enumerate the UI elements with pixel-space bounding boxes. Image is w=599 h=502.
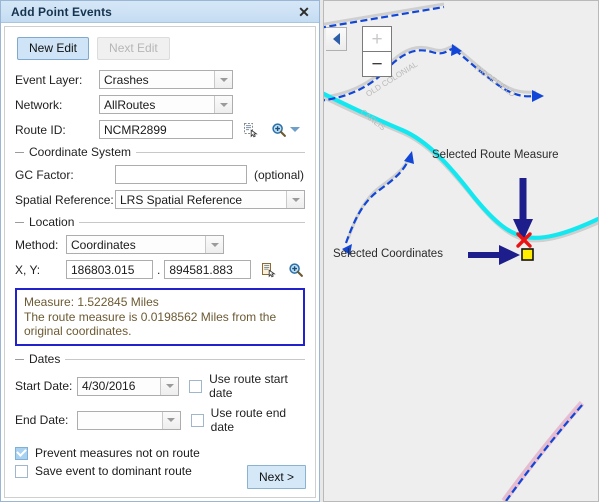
event-layer-value: Crashes xyxy=(100,71,214,88)
end-date-row: End Date: Use route end date xyxy=(15,406,305,434)
prevent-measures-checkbox[interactable] xyxy=(15,447,28,460)
page-title: Add Point Events xyxy=(11,5,295,19)
chevron-down-icon[interactable] xyxy=(214,96,232,113)
new-edit-button[interactable]: New Edit xyxy=(17,37,89,60)
chevron-down-icon[interactable] xyxy=(290,127,300,132)
start-date-row: Start Date: 4/30/2016 Use route start da… xyxy=(15,372,305,400)
route-id-row: Route ID: xyxy=(15,120,305,139)
measure-message-box: Measure: 1.522845 Miles The route measur… xyxy=(15,288,305,346)
coordinate-system-header: Coordinate System xyxy=(15,145,305,159)
start-date-value: 4/30/2016 xyxy=(78,378,160,395)
method-value: Coordinates xyxy=(67,236,205,253)
route-id-label: Route ID: xyxy=(15,123,99,137)
spatial-reference-label: Spatial Reference: xyxy=(15,193,115,207)
chevron-down-icon[interactable] xyxy=(162,412,180,429)
use-route-end-date-checkbox[interactable] xyxy=(191,414,204,427)
gc-factor-input[interactable] xyxy=(115,165,247,184)
select-features-icon[interactable] xyxy=(242,121,260,139)
chevron-down-icon[interactable] xyxy=(160,378,178,395)
minus-icon[interactable]: − xyxy=(363,52,391,76)
network-row: Network: AllRoutes xyxy=(15,95,305,114)
xy-row: X, Y: . xyxy=(15,260,305,279)
footer-actions: Next > xyxy=(247,465,306,489)
plus-icon[interactable]: + xyxy=(363,27,391,52)
start-date-label: Start Date: xyxy=(15,379,77,393)
coordinate-system-group: Coordinate System GC Factor: (optional) … xyxy=(15,145,305,209)
measure-value-text: Measure: 1.522845 Miles xyxy=(24,295,296,309)
xy-separator: . xyxy=(157,263,160,277)
next-button[interactable]: Next > xyxy=(247,465,306,489)
method-select[interactable]: Coordinates xyxy=(66,235,224,254)
xy-label: X, Y: xyxy=(15,263,66,277)
event-layer-row: Event Layer: Crashes xyxy=(15,70,305,89)
dates-title: Dates xyxy=(29,352,60,366)
method-row: Method: Coordinates xyxy=(15,235,305,254)
save-dominant-route-checkbox[interactable] xyxy=(15,465,28,478)
next-edit-button[interactable]: Next Edit xyxy=(97,37,170,60)
zoom-to-icon[interactable] xyxy=(288,261,305,279)
chevron-left-icon xyxy=(333,33,340,45)
event-layer-select[interactable]: Crashes xyxy=(99,70,233,89)
pick-coordinates-icon[interactable] xyxy=(260,261,277,279)
add-point-events-dialog: Add Point Events ✕ New Edit Next Edit Ev… xyxy=(0,0,320,502)
network-label: Network: xyxy=(15,98,99,112)
option-row: Prevent measures not on route xyxy=(15,446,305,460)
x-coordinate-input[interactable] xyxy=(66,260,153,279)
event-layer-label: Event Layer: xyxy=(15,73,99,87)
chevron-down-icon[interactable] xyxy=(205,236,223,253)
save-dominant-route-label: Save event to dominant route xyxy=(35,464,192,478)
start-date-picker[interactable]: 4/30/2016 xyxy=(77,377,179,396)
map-view[interactable]: OLD COLONIAL CARLIS RIDGEFIELD xyxy=(323,0,599,502)
spatial-reference-select[interactable]: LRS Spatial Reference xyxy=(115,190,305,209)
map-zoom-control[interactable]: + − xyxy=(362,26,392,77)
selected-route-measure-label: Selected Route Measure xyxy=(432,149,559,161)
dialog-titlebar: Add Point Events ✕ xyxy=(1,1,319,23)
end-date-picker[interactable] xyxy=(77,411,181,430)
gc-factor-row: GC Factor: (optional) xyxy=(15,165,305,184)
edit-toolbar: New Edit Next Edit xyxy=(17,37,305,60)
route-id-input[interactable] xyxy=(99,120,233,139)
gc-factor-optional-label: (optional) xyxy=(254,168,304,182)
use-route-start-date-checkbox[interactable] xyxy=(189,380,202,393)
zoom-to-icon[interactable] xyxy=(270,121,288,139)
network-select[interactable]: AllRoutes xyxy=(99,95,233,114)
use-route-start-date-label: Use route start date xyxy=(209,372,305,400)
location-group: Location Method: Coordinates X, Y: . xyxy=(15,215,305,279)
gc-factor-label: GC Factor: xyxy=(15,168,115,182)
collapse-panel-button[interactable] xyxy=(326,27,347,51)
location-title: Location xyxy=(29,215,74,229)
coordinate-system-title: Coordinate System xyxy=(29,145,131,159)
measure-offset-text: The route measure is 0.0198562 Miles fro… xyxy=(24,310,296,338)
dates-group: Dates Start Date: 4/30/2016 Use route st… xyxy=(15,352,305,434)
method-label: Method: xyxy=(15,238,66,252)
app-root: Add Point Events ✕ New Edit Next Edit Ev… xyxy=(0,0,599,502)
y-coordinate-input[interactable] xyxy=(164,260,251,279)
dialog-body: New Edit Next Edit Event Layer: Crashes … xyxy=(4,26,316,498)
end-date-label: End Date: xyxy=(15,413,77,427)
close-icon[interactable]: ✕ xyxy=(295,3,313,21)
dates-header: Dates xyxy=(15,352,305,366)
chevron-down-icon[interactable] xyxy=(214,71,232,88)
location-header: Location xyxy=(15,215,305,229)
chevron-down-icon[interactable] xyxy=(286,191,304,208)
end-date-value xyxy=(78,412,162,429)
spatial-reference-row: Spatial Reference: LRS Spatial Reference xyxy=(15,190,305,209)
network-value: AllRoutes xyxy=(100,96,214,113)
use-route-end-date-label: Use route end date xyxy=(211,406,305,434)
selected-coordinates-label: Selected Coordinates xyxy=(333,248,443,260)
spatial-reference-value: LRS Spatial Reference xyxy=(116,191,286,208)
yellow-square-marker xyxy=(522,249,533,260)
prevent-measures-label: Prevent measures not on route xyxy=(35,446,200,460)
